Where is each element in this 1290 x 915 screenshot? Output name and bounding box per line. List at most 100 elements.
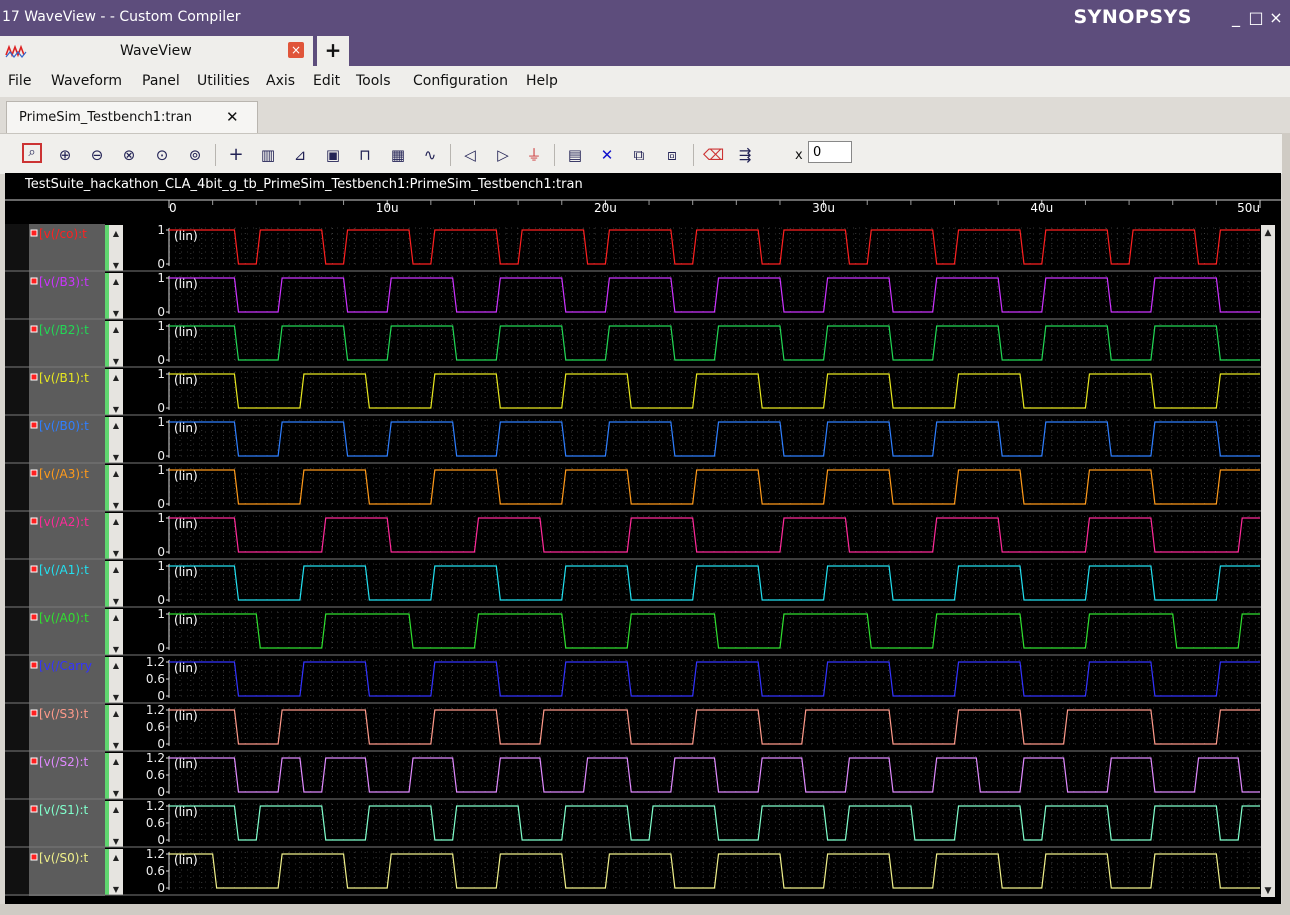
y-tick-label: 0: [157, 593, 165, 607]
previous-edge-icon[interactable]: ◁: [460, 145, 480, 165]
grid-icon[interactable]: ▦: [388, 145, 408, 165]
row-scroll-up-icon: ▲: [113, 709, 120, 718]
y-tick-label: 1.2: [146, 751, 165, 765]
zoom-in-x-icon[interactable]: ⊗: [119, 145, 139, 165]
signal-select-icon: [30, 229, 38, 237]
row-scroll-up-icon: ▲: [113, 277, 120, 286]
scale-label: (lin): [174, 853, 198, 867]
crosshair-icon[interactable]: +: [226, 145, 246, 165]
zoom-in-icon[interactable]: ⊕: [55, 145, 75, 165]
scale-label: (lin): [174, 277, 198, 291]
y-tick-label: 1: [157, 271, 165, 285]
row-scroll-down-icon: ▼: [113, 501, 120, 510]
marker-icon[interactable]: ▣: [323, 145, 343, 165]
signal-select-icon: [30, 517, 38, 525]
signal-select-icon: [30, 709, 38, 717]
y-tick-label: 1: [157, 463, 165, 477]
row-green-bar: [105, 801, 109, 847]
y-tick-label: 1.2: [146, 703, 165, 717]
y-tick-label: 0.6: [146, 672, 165, 686]
scale-label: (lin): [174, 229, 198, 243]
minimize-button[interactable]: _: [1226, 8, 1246, 27]
row-green-bar: [105, 225, 109, 271]
signal-label: [v(/co):t: [39, 227, 87, 241]
stack-icon[interactable]: ▥: [258, 145, 278, 165]
row-green-bar: [105, 513, 109, 559]
export-icon[interactable]: ⇶: [735, 145, 755, 165]
row-scroll-up-icon: ▲: [113, 421, 120, 430]
row-scroll-down-icon: ▼: [113, 405, 120, 414]
scale-label: (lin): [174, 421, 198, 435]
app-tab-close-icon[interactable]: ×: [288, 42, 304, 58]
merge-icon[interactable]: ⧈: [662, 145, 682, 165]
tab-close-icon[interactable]: ✕: [226, 108, 239, 126]
row-green-bar: [105, 273, 109, 319]
row-left-strip: [5, 752, 29, 800]
row-scroll-up-icon: ▲: [113, 565, 120, 574]
signal-label: [v(/B0):t: [39, 419, 89, 433]
row-green-bar: [105, 369, 109, 415]
waveform-icon[interactable]: ∿: [420, 145, 440, 165]
zoom-fit-icon[interactable]: ⌕: [22, 143, 42, 163]
app-tab-waveview[interactable]: WaveView ×: [0, 36, 313, 66]
scale-label: (lin): [174, 325, 198, 339]
eraser-icon[interactable]: ⌫: [703, 145, 724, 165]
x-value-input[interactable]: [808, 141, 852, 163]
y-tick-label: 1: [157, 319, 165, 333]
menu-utilities[interactable]: Utilities: [197, 73, 250, 89]
signal-label: [v(/B2):t: [39, 323, 89, 337]
zoom-out-icon[interactable]: ⊖: [87, 145, 107, 165]
row-scroll-down-icon: ▼: [113, 597, 120, 606]
row-green-bar: [105, 417, 109, 463]
row-scroll-down-icon: ▼: [113, 357, 120, 366]
menu-tools[interactable]: Tools: [356, 73, 391, 89]
x-tick-label: 50u: [1237, 201, 1260, 215]
panel-icon[interactable]: ▤: [565, 145, 585, 165]
signal-select-icon: [30, 421, 38, 429]
window-titlebar: 17 WaveView - - Custom Compiler SYNOPSYS…: [0, 0, 1290, 36]
row-scroll-up-icon: ▲: [113, 853, 120, 862]
row-green-bar: [105, 705, 109, 751]
y-tick-label: 1: [157, 367, 165, 381]
pulse-icon[interactable]: ⊓: [355, 145, 375, 165]
y-tick-label: 1.2: [146, 847, 165, 861]
waveform-panel[interactable]: TestSuite_hackathon_CLA_4bit_g_tb_PrimeS…: [5, 173, 1281, 904]
window-title: 17 WaveView - - Custom Compiler: [2, 9, 241, 25]
delete-icon[interactable]: ✕: [597, 145, 617, 165]
maximize-button[interactable]: □: [1246, 8, 1266, 27]
row-scroll-up-icon: ▲: [113, 805, 120, 814]
app-tab-label: WaveView: [120, 43, 192, 59]
measure-icon[interactable]: ⊿: [290, 145, 310, 165]
split-icon[interactable]: ⧉: [629, 145, 649, 165]
menu-axis[interactable]: Axis: [266, 73, 295, 89]
menu-panel[interactable]: Panel: [142, 73, 180, 89]
row-left-strip: [5, 560, 29, 608]
row-left-strip: [5, 800, 29, 848]
y-tick-label: 0: [157, 497, 165, 511]
zoom-previous-icon[interactable]: ⊚: [185, 145, 205, 165]
scale-label: (lin): [174, 373, 198, 387]
x-tick-label: 40u: [1030, 201, 1053, 215]
tab-label: PrimeSim_Testbench1:tran: [19, 110, 193, 125]
row-left-strip: [5, 656, 29, 704]
tab-primesim-tran[interactable]: PrimeSim_Testbench1:tran ✕: [6, 101, 258, 134]
next-edge-icon[interactable]: ▷: [493, 145, 513, 165]
new-tab-button[interactable]: +: [317, 36, 349, 66]
y-tick-label: 0: [157, 881, 165, 895]
document-tab-bar: PrimeSim_Testbench1:tran ✕: [0, 97, 1290, 134]
signal-select-icon: [30, 757, 38, 765]
scale-label: (lin): [174, 469, 198, 483]
row-scroll-down-icon: ▼: [113, 837, 120, 846]
zoom-box-icon[interactable]: ⊙: [152, 145, 172, 165]
menu-edit[interactable]: Edit: [313, 73, 340, 89]
close-button[interactable]: ×: [1266, 8, 1286, 27]
menu-help[interactable]: Help: [526, 73, 558, 89]
signal-label: [v(/A1):t: [39, 563, 89, 577]
menu-file[interactable]: File: [8, 73, 31, 89]
event-icon[interactable]: ⏚: [524, 145, 544, 165]
x-tick-label: 10u: [376, 201, 399, 215]
y-tick-label: 0: [157, 785, 165, 799]
menu-configuration[interactable]: Configuration: [413, 73, 508, 89]
signal-label: [v(/S0):t: [39, 851, 88, 865]
menu-waveform[interactable]: Waveform: [51, 73, 122, 89]
